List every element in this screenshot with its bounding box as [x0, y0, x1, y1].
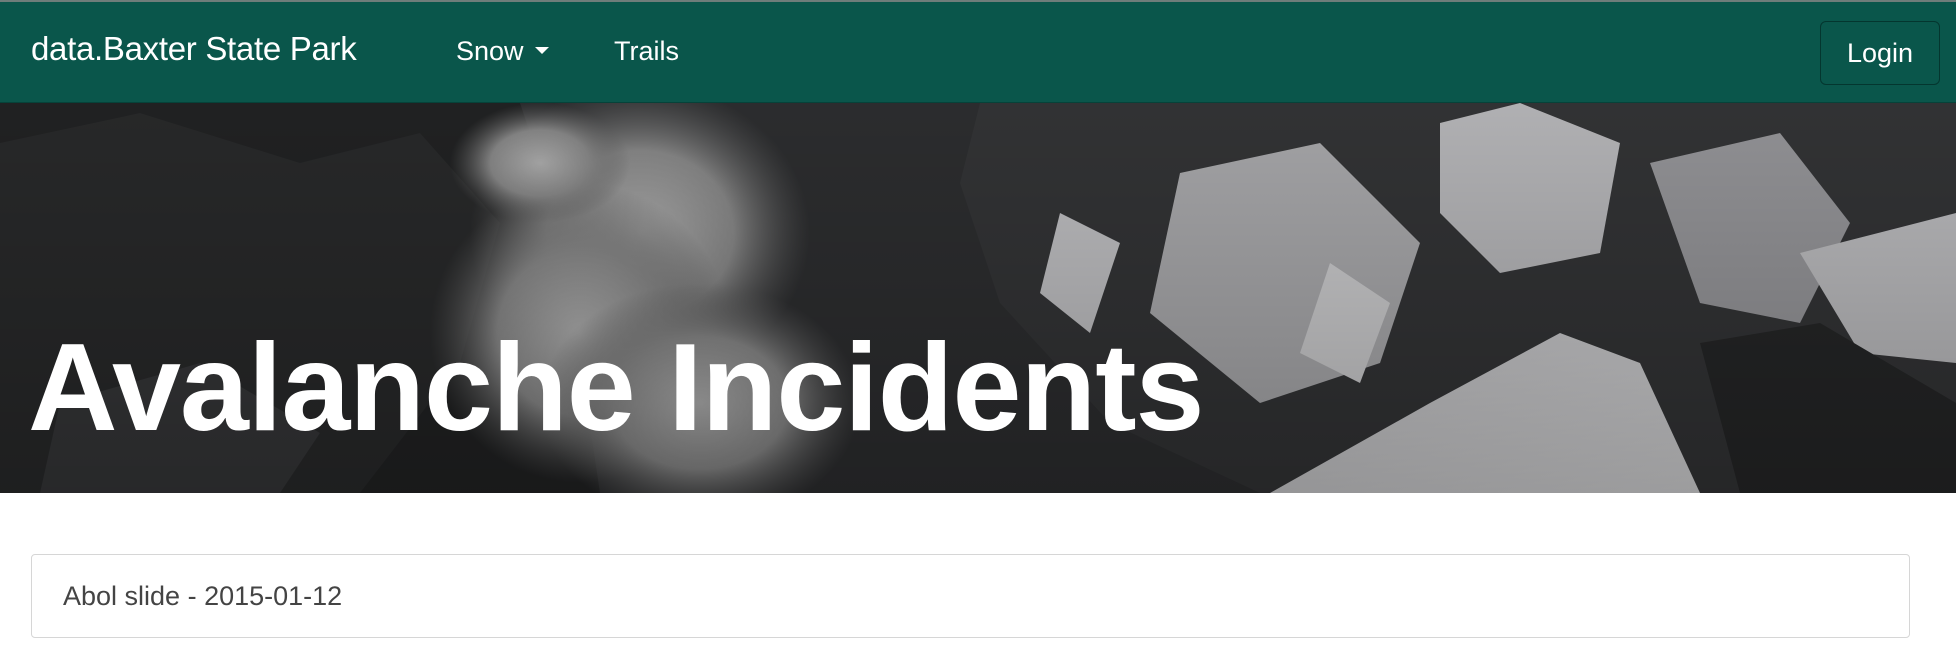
nav-item-snow-label: Snow — [456, 36, 524, 66]
nav-item-snow[interactable]: Snow — [456, 36, 549, 67]
navbar: data.Baxter State Park Snow Trails Login — [0, 0, 1956, 103]
nav-item-trails[interactable]: Trails — [614, 36, 679, 67]
caret-down-icon — [534, 47, 549, 55]
hero-banner: Avalanche Incidents — [0, 103, 1956, 493]
brand-link[interactable]: data.Baxter State Park — [31, 30, 357, 68]
incident-title: Abol slide - 2015-01-12 — [63, 581, 343, 611]
login-button[interactable]: Login — [1820, 21, 1940, 85]
page-title: Avalanche Incidents — [28, 319, 1204, 458]
nav-item-trails-label: Trails — [614, 36, 679, 66]
incident-list-item[interactable]: Abol slide - 2015-01-12 — [31, 554, 1910, 638]
